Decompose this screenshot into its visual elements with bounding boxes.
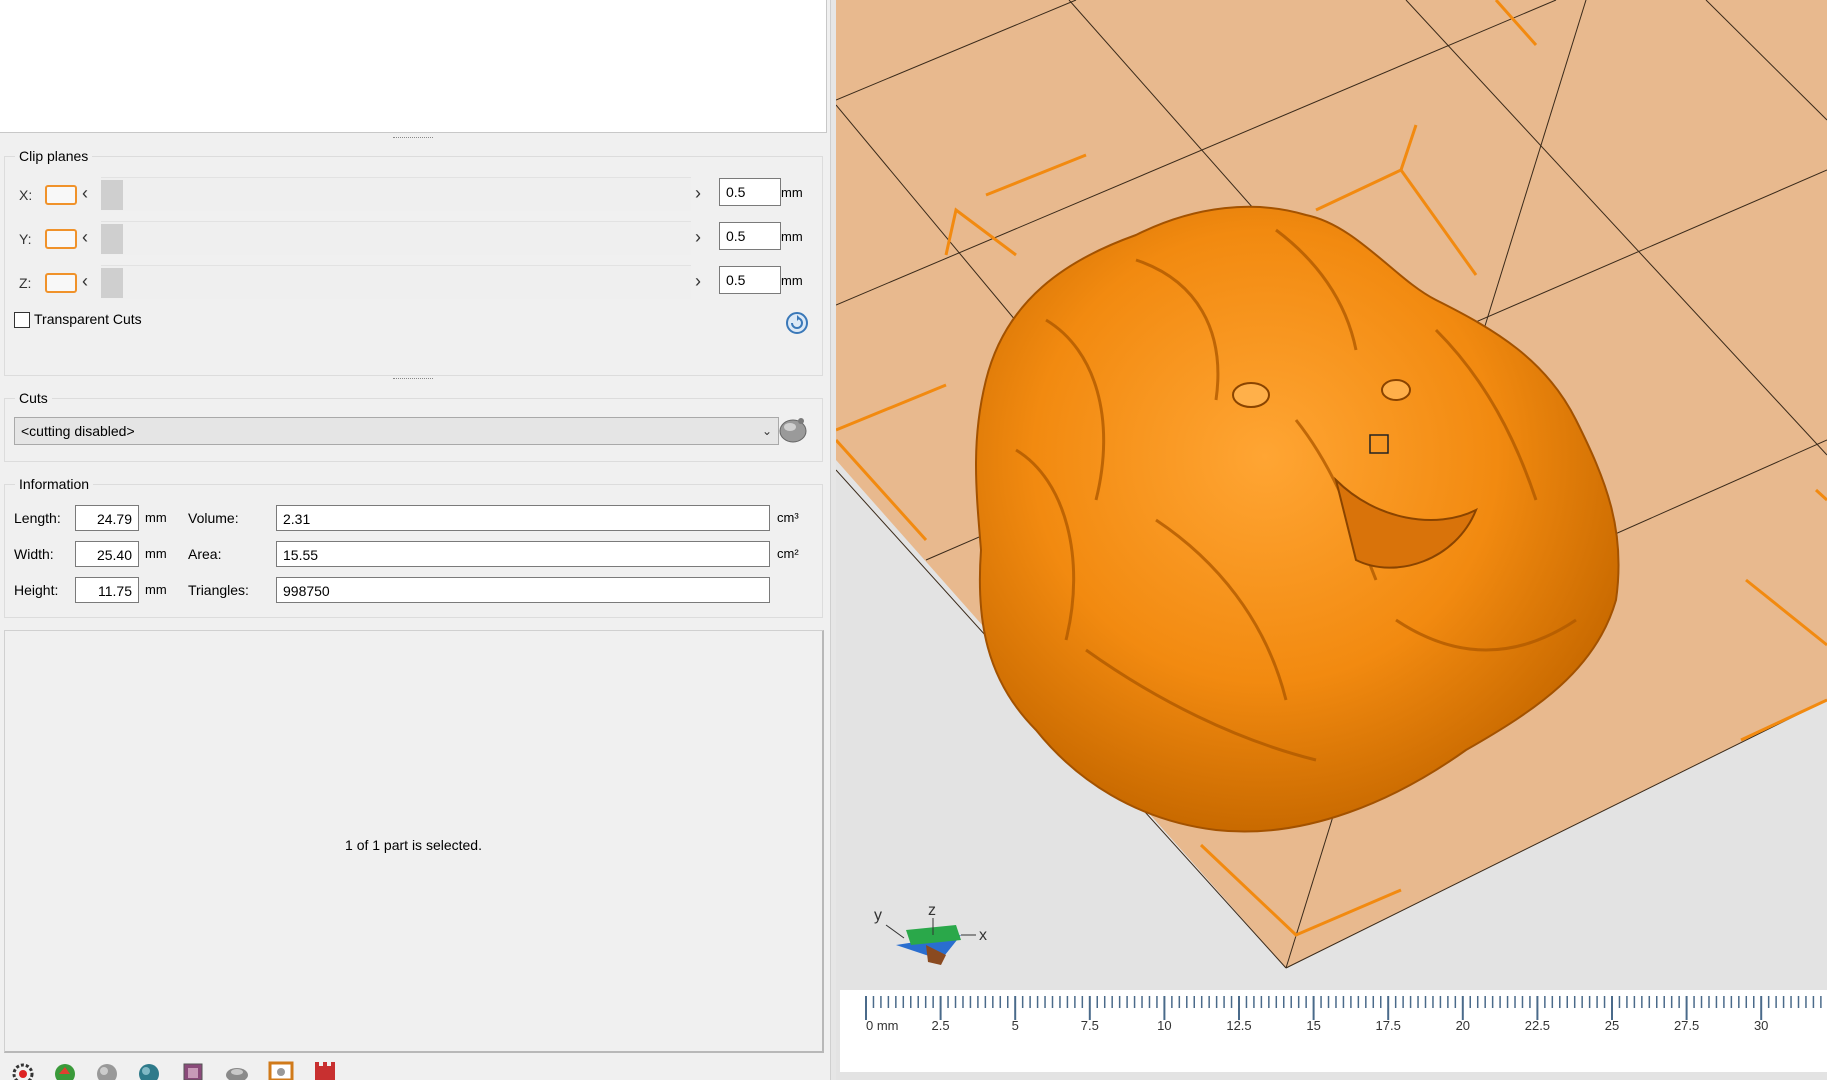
clip-x-slider[interactable] [101, 177, 691, 211]
chevron-down-icon[interactable]: ⌄ [762, 418, 772, 444]
clip-y-label: Y: [19, 231, 32, 247]
transparent-cuts-checkbox[interactable] [14, 312, 30, 328]
preview-area [0, 0, 827, 133]
clip-z-value-field[interactable]: 0.5 [719, 266, 781, 294]
clip-planes-title: Clip planes [15, 148, 93, 164]
ruler-scale: 0 mm2.557.51012.51517.52022.52527.5303 [865, 996, 1822, 1033]
clip-x-color-swatch[interactable] [45, 185, 77, 205]
clip-z-unit: mm [781, 273, 803, 288]
clip-z-slider-thumb[interactable] [101, 268, 123, 298]
length-field[interactable]: 24.79 [75, 505, 139, 531]
transparent-cuts-label: Transparent Cuts [34, 311, 142, 327]
sphere-icon[interactable] [92, 1060, 122, 1080]
ruler-label: 7.5 [1081, 1018, 1099, 1033]
height-label: Height: [14, 582, 59, 598]
width-field[interactable]: 25.40 [75, 541, 139, 567]
cuts-title: Cuts [15, 390, 52, 406]
height-field[interactable]: 11.75 [75, 577, 139, 603]
volume-field[interactable]: 2.31 [276, 505, 770, 531]
selection-panel: 1 of 1 part is selected. [4, 630, 824, 1053]
globe-icon[interactable] [50, 1060, 80, 1080]
ruler-label: 25 [1605, 1018, 1619, 1033]
width-unit: mm [145, 546, 167, 561]
frame-icon[interactable] [266, 1060, 296, 1080]
clip-z-color-swatch[interactable] [45, 273, 77, 293]
measurement-ruler: 0 mm2.557.51012.51517.52022.52527.5303 [840, 990, 1827, 1072]
shell-icon[interactable] [134, 1060, 164, 1080]
ruler-label: 10 [1157, 1018, 1171, 1033]
properties-panel: Clip planes X: ‹ › 0.5 mm Y: ‹ › 0.5 mm … [0, 0, 830, 1080]
height-unit: mm [145, 582, 167, 597]
ruler-label: 20 [1456, 1018, 1470, 1033]
information-title: Information [15, 476, 94, 492]
reset-clip-icon[interactable] [785, 311, 809, 335]
length-label: Length: [14, 510, 61, 526]
clip-row-x: X: ‹ › 0.5 mm [5, 175, 805, 215]
ruler-label: 17.5 [1376, 1018, 1401, 1033]
clip-y-slider-thumb[interactable] [101, 224, 123, 254]
clip-row-y: Y: ‹ › 0.5 mm [5, 219, 805, 259]
clip-y-color-swatch[interactable] [45, 229, 77, 249]
viewport-scene: y z x [836, 0, 1827, 969]
clip-x-slider-thumb[interactable] [101, 180, 123, 210]
ruler-label: 12.5 [1226, 1018, 1251, 1033]
axis-x-label: x [979, 927, 987, 944]
clip-y-unit: mm [781, 229, 803, 244]
clip-x-label: X: [19, 187, 33, 203]
area-unit: cm² [777, 546, 799, 561]
clip-x-increase-icon[interactable]: › [695, 183, 701, 204]
clip-z-label: Z: [19, 275, 32, 291]
castle-icon[interactable] [310, 1060, 340, 1080]
triangles-label: Triangles: [188, 582, 249, 598]
box-icon[interactable] [178, 1060, 208, 1080]
clip-planes-group: Clip planes X: ‹ › 0.5 mm Y: ‹ › 0.5 mm … [4, 148, 823, 376]
axis-y-label: y [874, 907, 882, 924]
clip-y-decrease-icon[interactable]: ‹ [82, 227, 88, 248]
settings-icon[interactable] [8, 1060, 38, 1080]
clip-y-slider[interactable] [101, 221, 691, 255]
ruler-label: 2.5 [932, 1018, 950, 1033]
clip-z-increase-icon[interactable]: › [695, 271, 701, 292]
ruler-label: 0 mm [866, 1018, 899, 1033]
clip-x-unit: mm [781, 185, 803, 200]
area-field[interactable]: 15.55 [276, 541, 770, 567]
splitter-grip[interactable] [393, 137, 433, 141]
cuts-select[interactable]: <cutting disabled> ⌄ [14, 417, 779, 445]
clip-z-decrease-icon[interactable]: ‹ [82, 271, 88, 292]
axis-gizmo: y z x [874, 902, 987, 965]
dome-icon[interactable] [222, 1060, 252, 1080]
volume-label: Volume: [188, 510, 239, 526]
clip-row-z: Z: ‹ › 0.5 mm [5, 263, 805, 303]
length-unit: mm [145, 510, 167, 525]
ruler-label: 27.5 [1674, 1018, 1699, 1033]
ruler-label: 5 [1012, 1018, 1019, 1033]
width-label: Width: [14, 546, 54, 562]
ruler-label: 30 [1754, 1018, 1768, 1033]
clip-x-value-field[interactable]: 0.5 [719, 178, 781, 206]
3d-viewport[interactable]: y z x [836, 0, 1827, 1080]
triangles-field[interactable]: 998750 [276, 577, 770, 603]
clip-y-value-field[interactable]: 0.5 [719, 222, 781, 250]
area-label: Area: [188, 546, 222, 562]
ruler-label: 22.5 [1525, 1018, 1550, 1033]
cut-tool-icon[interactable] [777, 415, 809, 445]
splitter-grip-2[interactable] [393, 378, 433, 382]
selection-status-text: 1 of 1 part is selected. [345, 837, 482, 853]
ruler-label: 15 [1306, 1018, 1320, 1033]
cuts-selected-value: <cutting disabled> [21, 423, 135, 439]
information-group: Information Length: 24.79 mm Volume: 2.3… [4, 476, 823, 618]
volume-unit: cm³ [777, 510, 799, 525]
cuts-group: Cuts <cutting disabled> ⌄ [4, 390, 823, 462]
clip-x-decrease-icon[interactable]: ‹ [82, 183, 88, 204]
axis-z-label: z [928, 902, 936, 919]
bottom-toolbar [8, 1060, 348, 1080]
clip-y-increase-icon[interactable]: › [695, 227, 701, 248]
clip-z-slider[interactable] [101, 265, 691, 299]
